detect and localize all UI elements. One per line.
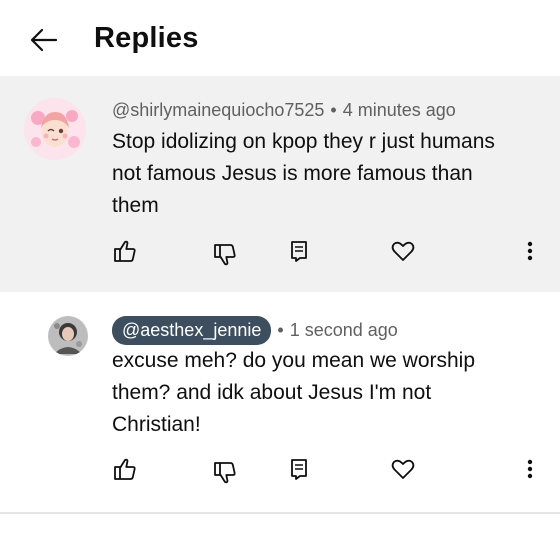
thumbs-up-icon <box>114 240 136 262</box>
dislike-button[interactable] <box>210 240 240 270</box>
thumbs-down-icon <box>214 462 236 484</box>
avatar[interactable] <box>48 316 88 356</box>
vertical-dots-icon <box>527 241 533 261</box>
comment-actions <box>0 454 560 494</box>
comment-author[interactable]: @shirlymainequiocho7525 <box>112 100 324 120</box>
more-options-button[interactable] <box>520 236 540 266</box>
parent-comment: @shirlymainequiocho7525 • 4 minutes ago St… <box>0 76 560 292</box>
vertical-dots-icon <box>527 459 533 479</box>
heart-icon <box>391 241 415 261</box>
comment-time: 1 second ago <box>289 320 398 340</box>
avatar[interactable] <box>24 98 86 160</box>
back-button[interactable] <box>28 24 60 56</box>
comment-actions <box>0 236 560 276</box>
like-button[interactable] <box>110 236 140 266</box>
arrow-left-icon <box>30 28 58 52</box>
comment-reply-icon <box>291 459 307 480</box>
heart-button[interactable] <box>388 454 418 484</box>
heart-icon <box>391 459 415 479</box>
divider <box>0 512 560 514</box>
dislike-button[interactable] <box>210 458 240 488</box>
reply-comment: @aesthex_jennie • 1 second ago excuse meh?… <box>0 292 560 512</box>
heart-button[interactable] <box>388 236 418 266</box>
comment-meta: @shirlymainequiocho7525 • 4 minutes ago <box>112 100 456 121</box>
separator-dot: • <box>277 320 284 340</box>
page-title: Replies <box>94 22 199 54</box>
reply-button[interactable] <box>284 236 314 266</box>
comment-text: Stop idolizing on kpop they r just human… <box>112 130 495 217</box>
more-options-button[interactable] <box>520 454 540 484</box>
comment-time: 4 minutes ago <box>342 100 456 120</box>
author-chip[interactable]: @aesthex_jennie <box>112 316 272 345</box>
comment-text: excuse meh? do you mean we worship them?… <box>112 349 476 436</box>
top-bar: Replies <box>0 0 560 76</box>
separator-dot: • <box>330 100 337 120</box>
like-button[interactable] <box>110 454 140 484</box>
comment-meta: @aesthex_jennie • 1 second ago <box>112 316 398 345</box>
comment-reply-icon <box>291 241 307 262</box>
thumbs-down-icon <box>214 244 236 266</box>
thumbs-up-icon <box>114 458 136 480</box>
reply-button[interactable] <box>284 454 314 484</box>
